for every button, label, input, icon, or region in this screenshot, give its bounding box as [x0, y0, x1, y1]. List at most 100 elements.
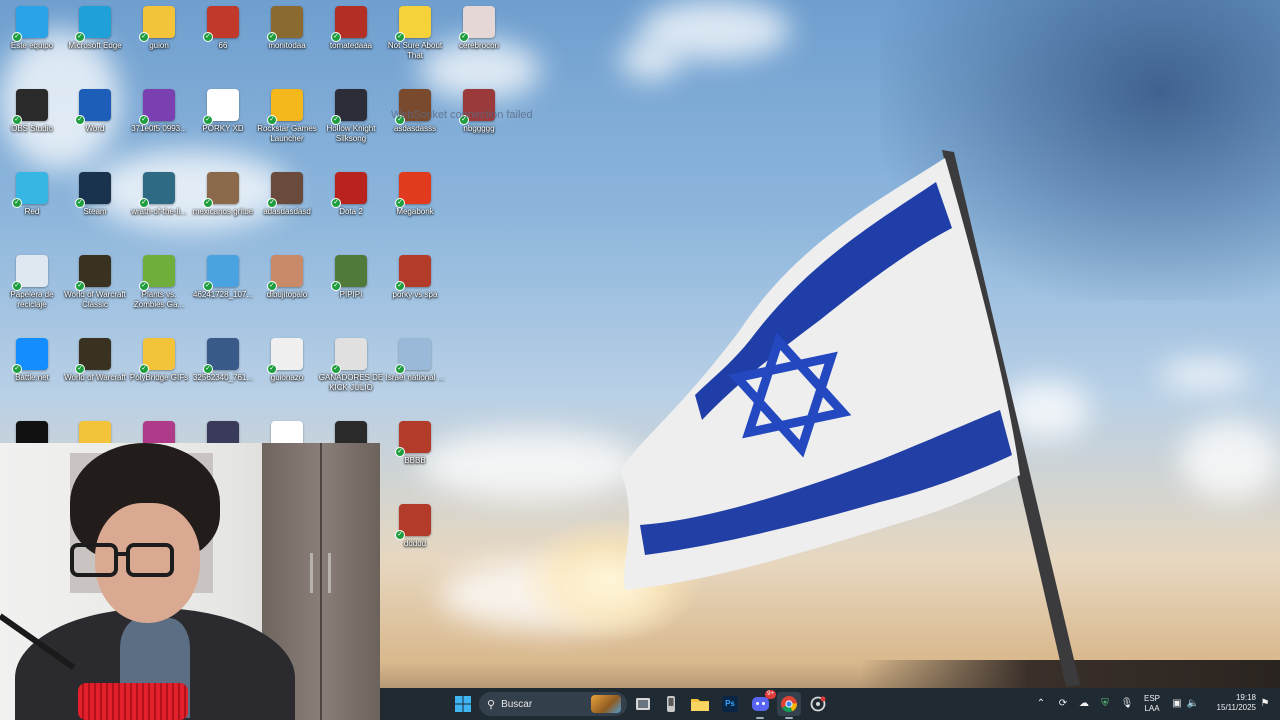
search-highlight-image: [591, 695, 621, 713]
start-button[interactable]: [451, 692, 475, 716]
taskbar-app-recorder[interactable]: [806, 692, 830, 716]
chevron-up-icon[interactable]: ⌃: [1034, 696, 1048, 712]
taskbar-discord[interactable]: 9+: [748, 690, 776, 719]
desktop-icon-monitodaa[interactable]: ✓ monitodaa: [256, 6, 318, 51]
desktop-icon-66[interactable]: ✓ 66: [192, 6, 254, 51]
clock[interactable]: 19:18 15/11/2025: [1206, 693, 1256, 713]
notification-icon[interactable]: ⚑: [1258, 696, 1272, 712]
cerebrocon-icon: ✓: [459, 6, 495, 42]
desktop-icon-pvz[interactable]: ✓ Plants vs. Zombies Ga...: [128, 255, 190, 310]
desktop-icon-label: Este equipo: [10, 41, 54, 50]
desktop-icon-rockstar[interactable]: ✓ Rockstar Games Launcher: [256, 89, 318, 144]
sync-check-icon: ✓: [267, 281, 277, 291]
network-icon[interactable]: ▣: [1170, 696, 1184, 712]
desktop-icon-pipipi[interactable]: ✓ PIPIPI: [320, 255, 382, 300]
sync-check-icon: ✓: [139, 198, 149, 208]
wrath-icon: ✓: [139, 172, 175, 208]
desktop-icon-label: BBBB: [404, 456, 426, 465]
desktop-icon-red[interactable]: ✓ Red: [1, 172, 63, 217]
desktop-icon-label: World of Warcraft: [64, 373, 126, 382]
sync-icon[interactable]: ⟳: [1056, 696, 1070, 712]
dota2-icon: ✓: [331, 172, 367, 208]
edge-icon: ✓: [75, 6, 111, 42]
desktop-icon-este-equipo[interactable]: ✓ Este equipo: [1, 6, 63, 51]
desktop-icon-steam[interactable]: ✓ Steam: [64, 172, 126, 217]
desktop-icon-israel[interactable]: ✓ Israel national ...: [384, 338, 446, 383]
desktop-icon-label: World of Warcraft Classic: [64, 290, 126, 309]
dibujitopalo-icon: ✓: [267, 255, 303, 291]
desktop-icon-bbbb[interactable]: ✓ BBBB: [384, 421, 446, 466]
desktop-icon-46241728[interactable]: ✓ 46241728_107...: [192, 255, 254, 300]
search-placeholder: Buscar: [501, 698, 533, 710]
taskbar-search-input[interactable]: ⚲ Buscar: [479, 692, 627, 716]
sync-check-icon: ✓: [331, 198, 341, 208]
taskbar-chrome[interactable]: [777, 692, 801, 719]
desktop-icon-word[interactable]: ✓ Word: [64, 89, 126, 134]
32562340-icon: ✓: [203, 338, 239, 374]
taskbar-photoshop[interactable]: Ps: [718, 692, 742, 716]
desktop-icon-371e[interactable]: ✓ 371e0f5 0993...: [128, 89, 190, 134]
46241728-icon: ✓: [203, 255, 239, 291]
papelera-icon: ✓: [12, 255, 48, 291]
microphone-icon[interactable]: 🎙: [1120, 696, 1134, 712]
desktop-icon-label: nbggggg: [463, 124, 495, 133]
wallpaper-cloud: [620, 40, 680, 80]
desktop-icon-dota2[interactable]: ✓ Dota 2: [320, 172, 382, 217]
sync-check-icon: ✓: [139, 364, 149, 374]
desktop-icon-label: asdasdasss: [393, 124, 437, 133]
webcam-microphone: [78, 683, 188, 720]
desktop-icon-tomatedaaa[interactable]: ✓ tomatedaaa: [320, 6, 382, 51]
taskbar-file-explorer[interactable]: [688, 692, 712, 716]
device-icon: [667, 696, 675, 712]
desktop-icon-porky-xd[interactable]: ✓ PORKY XD: [192, 89, 254, 134]
desktop-icon-wow[interactable]: ✓ World of Warcraft: [64, 338, 126, 383]
search-icon: ⚲: [487, 698, 496, 711]
desktop-icon-polybridge[interactable]: ✓ PolyBridge GIFs: [128, 338, 190, 383]
desktop-icon-dibujitopalo[interactable]: ✓ dibujitopalo: [256, 255, 318, 300]
desktop-icon-label: Red: [24, 207, 40, 216]
desktop-icon-wrath[interactable]: ✓ wrath-of-the-li...: [128, 172, 190, 217]
volume-icon[interactable]: 🔈: [1186, 696, 1200, 712]
task-view-button[interactable]: [631, 692, 655, 716]
sync-check-icon: ✓: [75, 198, 85, 208]
desktop-icon-edge[interactable]: ✓ Microsoft Edge: [64, 6, 126, 51]
sync-check-icon: ✓: [12, 198, 22, 208]
desktop-icon-wow-classic[interactable]: ✓ World of Warcraft Classic: [64, 255, 126, 310]
steam-icon: ✓: [75, 172, 111, 208]
desktop-icon-not-sure[interactable]: ✓ Not Sure About That: [384, 6, 446, 61]
wow-classic-icon: ✓: [75, 255, 111, 291]
shield-icon[interactable]: ⛨: [1098, 696, 1112, 712]
desktop-icon-mexicanos[interactable]: ✓ mexicanos gritue: [192, 172, 254, 217]
desktop-icon-porky-vs-spa[interactable]: ✓ porky vs spa: [384, 255, 446, 300]
webcam-overlay: [0, 443, 380, 720]
desktop-icon-guionazo[interactable]: ✓ guionazo: [256, 338, 318, 383]
cloud-icon[interactable]: ☁: [1077, 696, 1091, 712]
tomatedaaa-icon: ✓: [331, 6, 367, 42]
pvz-icon: ✓: [139, 255, 175, 291]
task-view-icon: [636, 698, 650, 710]
desktop-icon-guion[interactable]: ✓ guion: [128, 6, 190, 51]
monitodaa-icon: ✓: [267, 6, 303, 42]
desktop-icon-label: PIPIPI: [339, 290, 363, 299]
desktop-icon-papelera[interactable]: ✓ Papelera de reciclaje: [1, 255, 63, 310]
este-equipo-icon: ✓: [12, 6, 48, 42]
desktop-icon-dddd[interactable]: ✓ ddddd: [384, 504, 446, 549]
desktop-icon-hollow-knight[interactable]: ✓ Hollow Knight Silksong: [320, 89, 382, 144]
sync-check-icon: ✓: [75, 115, 85, 125]
language-indicator[interactable]: ESP LAA: [1144, 694, 1160, 714]
websocket-error-text: WebSocket connection failed: [391, 109, 533, 121]
desktop-icon-megabonk[interactable]: ✓ Megabonk: [384, 172, 446, 217]
desktop-icon-adasdasdasd[interactable]: ✓ adasdasdasd: [256, 172, 318, 217]
desktop-icon-32562340[interactable]: ✓ 32562340_761...: [192, 338, 254, 383]
dddd-icon: ✓: [395, 504, 431, 540]
taskbar-app-device[interactable]: [659, 692, 683, 716]
desktop-icon-label: wrath-of-the-li...: [131, 207, 187, 216]
language-code: ESP: [1144, 694, 1161, 703]
desktop-icon-cerebrocon[interactable]: ✓ cerebrocon: [448, 6, 510, 51]
desktop-icon-label: guion: [149, 41, 169, 50]
sync-check-icon: ✓: [12, 281, 22, 291]
desktop-icon-obs[interactable]: ✓ OBS Studio: [1, 89, 63, 134]
desktop-icon-ganadores[interactable]: ✓ GANADORES DE KICK JULIO: [319, 338, 383, 393]
desktop-icon-battlenet[interactable]: ✓ Battle.net: [1, 338, 63, 383]
sync-check-icon: ✓: [75, 364, 85, 374]
